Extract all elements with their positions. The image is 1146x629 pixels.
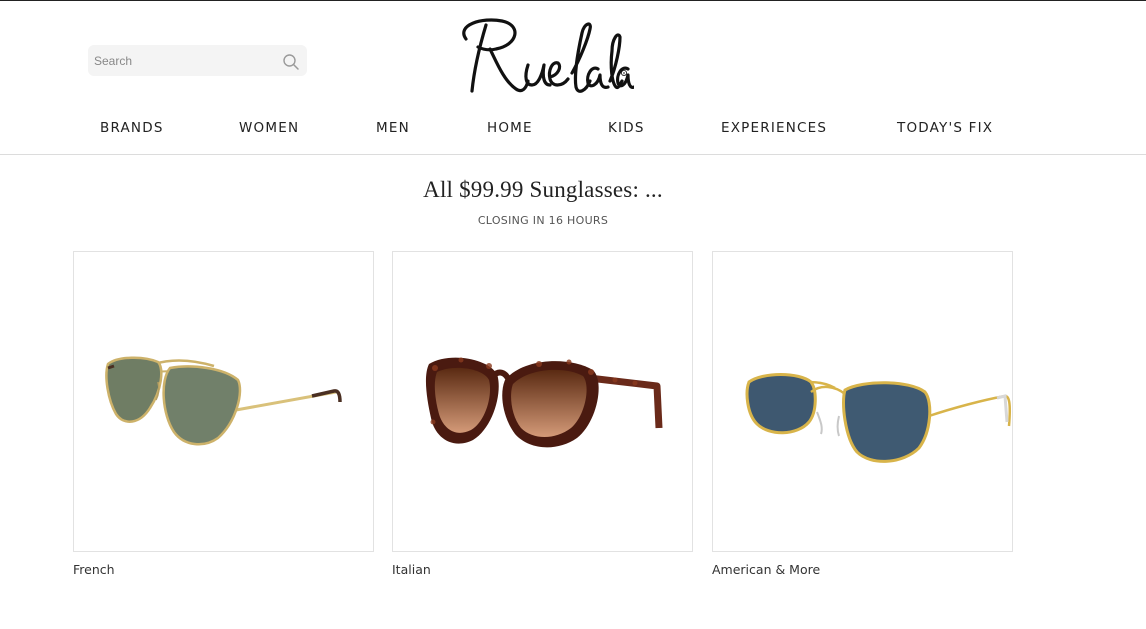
nav-item-men[interactable]: MEN [376,120,410,136]
product-card-american[interactable] [712,251,1013,552]
nav-item-home[interactable]: HOME [487,120,533,136]
search-input[interactable] [88,45,268,76]
aviator-sunglasses-image [105,356,342,446]
nav-item-brands[interactable]: BRANDS [100,120,164,136]
nav-item-experiences[interactable]: EXPERIENCES [721,120,827,136]
nav-item-women[interactable]: WOMEN [239,120,299,136]
header-divider [0,154,1146,155]
search-icon[interactable] [282,53,300,71]
nav-item-kids[interactable]: KIDS [608,120,645,136]
page-title: All $99.99 Sunglasses: ... [423,177,663,202]
product-card-french[interactable] [73,251,374,552]
cat-eye-sunglasses-image [425,357,663,448]
main-nav: BRANDS WOMEN MEN HOME KIDS EXPERIENCES T… [0,111,1146,147]
square-sunglasses-image [745,373,1012,463]
ruelala-logo[interactable]: R [452,15,634,99]
product-caption-french[interactable]: French [73,562,115,577]
product-caption-italian[interactable]: Italian [392,562,431,577]
search-box[interactable] [88,45,307,76]
countdown-label: CLOSING IN 16 HOURS [477,214,609,227]
product-caption-american[interactable]: American & More [712,562,820,577]
product-card-italian[interactable] [392,251,693,552]
nav-item-todays-fix[interactable]: TODAY'S FIX [897,120,993,136]
